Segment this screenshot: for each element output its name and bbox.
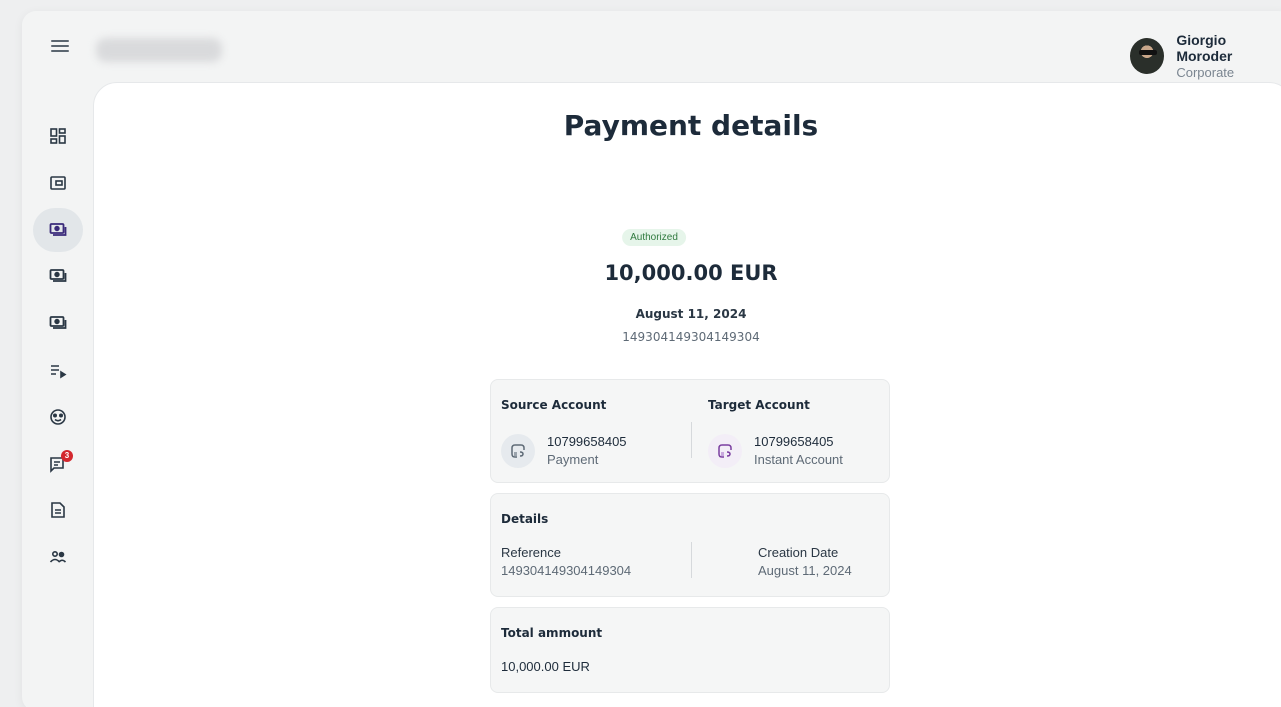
sidebar-item-users[interactable] — [33, 535, 83, 579]
sidebar: 3 — [33, 114, 83, 582]
sidebar-item-payments-2[interactable] — [33, 254, 83, 298]
payment-amount: 10,000.00 EUR — [604, 261, 778, 285]
reference-value: 149304149304149304 — [501, 563, 632, 578]
main-content: Payment details Authorized 10,000.00 EUR… — [93, 82, 1281, 707]
avatar[interactable] — [1130, 38, 1165, 74]
dashboard-icon — [50, 128, 66, 144]
source-account-type: Payment — [547, 452, 599, 467]
sidebar-item-payments-3[interactable] — [33, 301, 83, 345]
target-account-icon — [708, 434, 742, 468]
list-play-icon — [51, 365, 67, 379]
sidebar-item-payments-active[interactable] — [33, 207, 83, 252]
notification-badge: 3 — [61, 449, 73, 462]
source-account-title: Source Account — [501, 398, 607, 412]
sidebar-item-messages[interactable]: 3 — [33, 442, 83, 486]
hamburger-menu-icon[interactable] — [51, 40, 69, 56]
total-title: Total ammount — [501, 626, 603, 640]
creation-date-label: Creation Date — [758, 545, 839, 560]
sidebar-item-palette[interactable] — [33, 395, 83, 439]
payment-reference: 149304149304149304 — [622, 330, 760, 344]
accounts-card: Source Account Target Account 1079965840… — [490, 379, 890, 483]
sidebar-item-documents[interactable] — [33, 488, 83, 532]
details-title: Details — [501, 512, 549, 526]
divider — [691, 422, 692, 458]
payments-icon — [49, 269, 67, 283]
reference-label: Reference — [501, 545, 561, 560]
total-value: 10,000.00 EUR — [501, 659, 590, 674]
target-account-type: Instant Account — [754, 452, 843, 467]
sidebar-item-wallet[interactable] — [33, 161, 83, 205]
palette-icon — [50, 408, 66, 425]
creation-date-value: August 11, 2024 — [758, 563, 852, 578]
divider — [691, 542, 692, 578]
user-role: Corporate — [1176, 65, 1235, 80]
wallet-icon — [50, 175, 66, 190]
payments-icon — [49, 222, 67, 236]
payments-icon — [49, 316, 67, 330]
source-account-icon — [501, 434, 535, 468]
sidebar-item-list[interactable] — [33, 348, 83, 392]
user-name: Giorgio Moroder — [1176, 32, 1233, 64]
users-icon — [49, 551, 67, 563]
sidebar-item-dashboard[interactable] — [33, 114, 83, 158]
target-account-number: 10799658405 — [754, 434, 834, 449]
details-card: Details Reference 149304149304149304 Cre… — [490, 493, 890, 597]
page-title: Payment details — [563, 109, 819, 142]
payment-date: August 11, 2024 — [635, 307, 747, 321]
status-badge: Authorized — [622, 229, 686, 246]
document-icon — [51, 502, 65, 519]
target-account-title: Target Account — [708, 398, 810, 412]
source-account-number: 10799658405 — [547, 434, 627, 449]
total-card: Total ammount 10,000.00 EUR — [490, 607, 890, 693]
brand-logo — [96, 38, 222, 62]
user-profile[interactable]: Giorgio Moroder Corporate — [1130, 32, 1281, 80]
